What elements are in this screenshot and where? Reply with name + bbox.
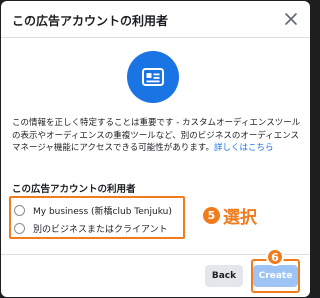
ad-account-card-icon [127, 51, 179, 103]
learn-more-link[interactable]: 詳しくはこちら [214, 143, 274, 153]
account-user-options: My business (新橋club Tenjuku) 別のビジネスまたはクラ… [9, 196, 185, 239]
select-annotation-text: 選択 [223, 207, 257, 228]
footer-divider [1, 254, 310, 255]
step-number-badge: 6 [266, 248, 284, 266]
create-button[interactable]: Create [253, 265, 298, 287]
radio-button[interactable] [14, 222, 25, 234]
section-label: この広告アカウントの利用者 [12, 184, 136, 195]
option-label: 別のビジネスまたはクライアント [33, 224, 168, 235]
option-other-business[interactable]: 別のビジネスまたはクライアント [14, 221, 168, 235]
close-icon[interactable] [282, 10, 300, 28]
select-annotation: 5 選択 [203, 204, 257, 228]
radio-button[interactable] [14, 204, 25, 216]
option-label: My business (新橋club Tenjuku) [33, 206, 172, 217]
dialog-header: この広告アカウントの利用者 [1, 1, 310, 38]
ad-account-user-dialog: この広告アカウントの利用者 この情報を正しく特定することは重要です - カスタム… [1, 1, 310, 297]
dialog-title: この広告アカウントの利用者 [12, 14, 169, 28]
dialog-description: この情報を正しく特定することは重要です - カスタムオーディエンスツールの表示や… [12, 117, 302, 155]
step-number-badge: 5 [203, 206, 220, 224]
back-button[interactable]: Back [205, 265, 243, 287]
option-my-business[interactable]: My business (新橋club Tenjuku) [14, 203, 172, 217]
